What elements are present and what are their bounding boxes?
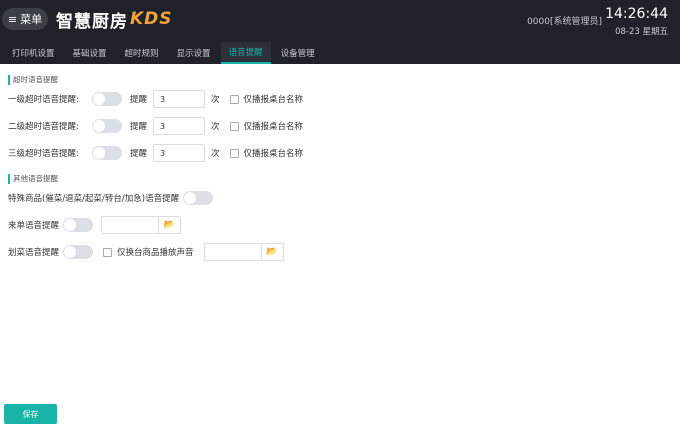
clock-date: 08-23 星期五 (615, 27, 668, 37)
logo-text: 智慧厨房 (56, 11, 128, 32)
menu-label: 菜单 (20, 13, 43, 26)
settings-tabs: 打印机设置 基础设置 超时规则 显示设置 语音提醒 设备管理 (0, 42, 680, 64)
tab-display-settings[interactable]: 显示设置 (169, 42, 219, 64)
logo-kds-text: KDS (130, 9, 173, 29)
timeout-level-1-table-only-checkbox[interactable] (229, 94, 239, 104)
app-header: ≡ 菜单 智慧厨房 KDS 0000[系统管理员] 14:26:44 08-23… (0, 0, 680, 42)
unit-label: 次 (211, 149, 220, 159)
folder-open-icon[interactable]: 📂 (158, 217, 180, 233)
tab-timeout-rules[interactable]: 超时规则 (117, 42, 167, 64)
section-title-timeout: 超时语音提醒 (8, 75, 58, 85)
incoming-order-toggle[interactable] (63, 218, 94, 232)
timeout-level-2-table-only-checkbox[interactable] (229, 121, 239, 131)
section-title-other: 其他语音提醒 (8, 174, 58, 184)
special-items-label: 特殊商品(催菜/退菜/起菜/转台/加急)语音提醒 (8, 194, 180, 204)
folder-open-icon[interactable]: 📂 (260, 244, 283, 260)
table-only-label: 仅播报桌台名称 (243, 122, 304, 132)
timeout-level-2-toggle[interactable] (92, 119, 122, 133)
serve-table-change-only-checkbox[interactable] (103, 247, 113, 257)
timeout-level-3-table-only-checkbox[interactable] (229, 148, 239, 158)
current-user: 0000[系统管理员] (527, 17, 602, 27)
tab-printer-settings[interactable]: 打印机设置 (4, 42, 63, 64)
remind-label: 提醒 (130, 149, 148, 159)
incoming-order-sound-input[interactable] (102, 217, 159, 233)
timeout-level-1-count-input[interactable] (153, 90, 206, 108)
incoming-order-sound-picker: 📂 (101, 216, 182, 234)
timeout-level-1-label: 一级超时语音提醒: (8, 95, 79, 105)
timeout-row-2: 二级超时语音提醒: 提醒 次 仅播报桌台名称 (8, 117, 303, 135)
timeout-level-2-label: 二级超时语音提醒: (8, 122, 79, 132)
hamburger-icon: ≡ (7, 12, 18, 26)
tab-basic-settings[interactable]: 基础设置 (65, 42, 115, 64)
serve-label: 划菜语音提醒 (8, 248, 60, 258)
timeout-row-1: 一级超时语音提醒: 提醒 次 仅播报桌台名称 (8, 90, 303, 108)
tab-voice-reminder[interactable]: 语音提醒 (220, 42, 271, 64)
special-items-row: 特殊商品(催菜/退菜/起菜/转台/加急)语音提醒 (8, 189, 214, 207)
serve-sound-picker: 📂 (203, 243, 284, 261)
app-logo: 智慧厨房 KDS (56, 7, 173, 32)
timeout-level-3-count-input[interactable] (153, 144, 206, 162)
save-button[interactable]: 保存 (4, 404, 57, 424)
timeout-level-1-toggle[interactable] (92, 92, 122, 106)
remind-label: 提醒 (130, 122, 148, 132)
unit-label: 次 (211, 95, 220, 105)
timeout-level-2-count-input[interactable] (153, 117, 206, 135)
serve-row: 划菜语音提醒 仅换台商品播放声音 📂 (8, 243, 284, 261)
serve-sound-input[interactable] (204, 244, 261, 260)
table-only-label: 仅播报桌台名称 (243, 95, 304, 105)
tab-device-management[interactable]: 设备管理 (273, 42, 323, 64)
timeout-level-3-label: 三级超时语音提醒: (8, 149, 79, 159)
incoming-order-label: 来单语音提醒 (8, 221, 60, 231)
menu-button[interactable]: ≡ 菜单 (2, 8, 48, 30)
remind-label: 提醒 (130, 95, 148, 105)
timeout-level-3-toggle[interactable] (92, 146, 122, 160)
timeout-row-3: 三级超时语音提醒: 提醒 次 仅播报桌台名称 (8, 144, 303, 162)
table-only-label: 仅播报桌台名称 (243, 149, 304, 159)
incoming-order-row: 来单语音提醒 📂 (8, 216, 182, 234)
unit-label: 次 (211, 122, 220, 132)
clock-time: 14:26:44 (605, 6, 668, 22)
serve-table-change-only-label: 仅换台商品播放声音 (117, 248, 194, 258)
special-items-toggle[interactable] (183, 191, 214, 205)
serve-toggle[interactable] (63, 245, 94, 259)
